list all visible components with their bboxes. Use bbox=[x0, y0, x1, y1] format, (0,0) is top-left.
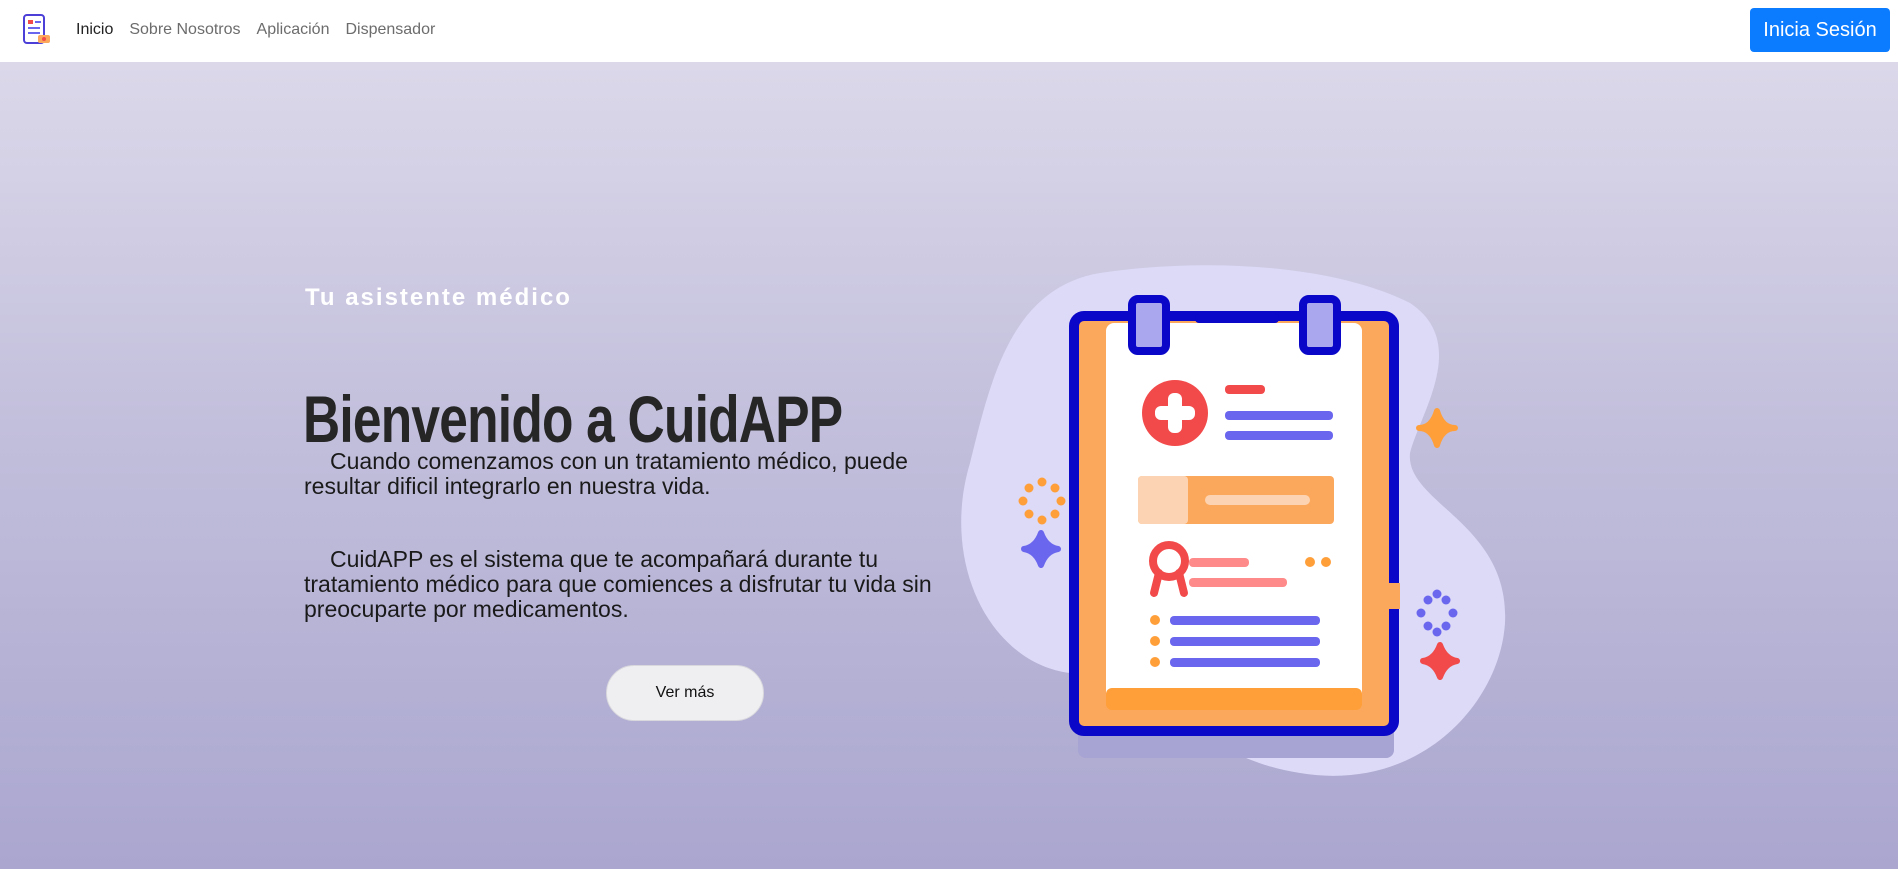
sparkle-orange-icon bbox=[1416, 408, 1458, 448]
hero-paragraph-description: CuidAPP es el sistema que te acompañará … bbox=[304, 546, 932, 622]
medical-clipboard-illustration bbox=[961, 265, 1506, 776]
ver-mas-button[interactable]: Ver más bbox=[606, 665, 764, 721]
hero-paragraph-intro: Cuando comenzamos con un tratamiento méd… bbox=[304, 448, 908, 499]
app-logo-icon[interactable] bbox=[20, 13, 52, 47]
hero-section bbox=[0, 62, 1898, 869]
nav-link-aplicacion[interactable]: Aplicación bbox=[257, 21, 330, 39]
clipboard-top-line bbox=[1195, 314, 1279, 323]
clipboard-clip-right bbox=[1299, 295, 1341, 355]
nav-link-dispensador[interactable]: Dispensador bbox=[345, 21, 435, 39]
clipboard-paper-shadow bbox=[1106, 688, 1362, 710]
nav-link-sobre-nosotros[interactable]: Sobre Nosotros bbox=[129, 21, 240, 39]
navbar: Inicio Sobre Nosotros Aplicación Dispens… bbox=[0, 0, 1898, 63]
hero-title: Bienvenido a CuidAPP bbox=[303, 382, 843, 456]
hero-subtitle: Tu asistente médico bbox=[305, 284, 572, 311]
nav-links: Inicio Sobre Nosotros Aplicación Dispens… bbox=[76, 0, 451, 60]
login-button[interactable]: Inicia Sesión bbox=[1750, 8, 1890, 52]
nav-link-inicio[interactable]: Inicio bbox=[76, 21, 113, 39]
clipboard-clip-left bbox=[1128, 295, 1170, 355]
